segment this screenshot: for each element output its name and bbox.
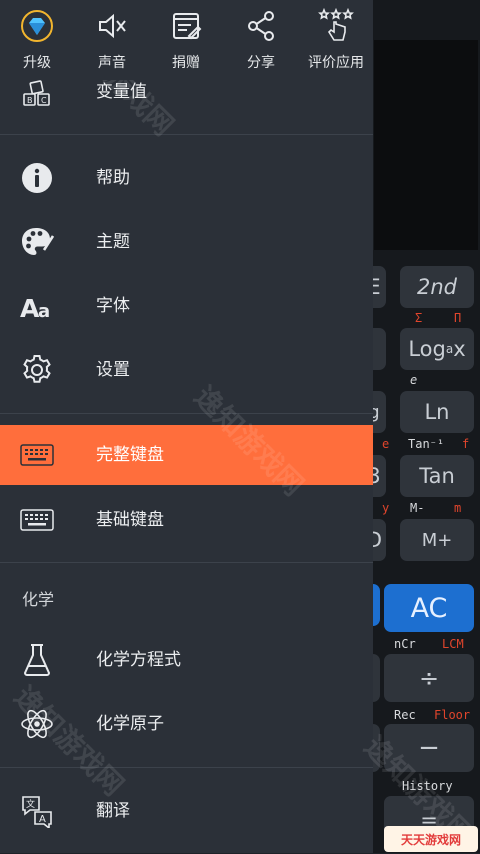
label-ncr: nCr: [394, 637, 416, 651]
menu-label-full-keyboard: 完整键盘: [96, 445, 164, 465]
translate-icon: 文 A: [18, 793, 56, 829]
palette-icon: [18, 224, 56, 260]
menu-item-help[interactable]: 帮助: [0, 148, 373, 208]
sound-label: 声音: [98, 55, 126, 71]
divider-1: [0, 134, 373, 135]
menu-item-translate[interactable]: 文 A 翻译: [0, 781, 373, 841]
info-icon: [18, 160, 56, 196]
site-logo-badge: 天天游戏网: [384, 826, 478, 852]
menu-label-chemical-equation: 化学方程式: [96, 650, 181, 670]
key-ln[interactable]: Ln: [400, 391, 474, 433]
share-icon: [243, 8, 279, 44]
label-sigma: Σ: [415, 311, 423, 325]
menu-label-basic-keyboard: 基础键盘: [96, 510, 164, 530]
key-m-plus[interactable]: M+: [400, 519, 474, 561]
key-loga-x[interactable]: Log a x: [400, 328, 474, 370]
menu-item-basic-keyboard[interactable]: 基础键盘: [0, 490, 373, 550]
menu-item-font[interactable]: A a 字体: [0, 276, 373, 336]
key-tan[interactable]: Tan: [400, 455, 474, 497]
key-ac[interactable]: AC: [384, 584, 474, 632]
gear-icon: [18, 352, 56, 388]
label-pi: Π: [454, 311, 462, 325]
keyboard-icon: [18, 437, 56, 473]
key-divide[interactable]: ÷: [384, 654, 474, 702]
rate-app-label: 评价应用: [308, 55, 364, 71]
label-f: f: [462, 437, 470, 451]
key-2nd[interactable]: 2nd: [400, 266, 474, 308]
diamond-icon: [19, 8, 55, 44]
label-e-square: e: [410, 373, 418, 387]
menu-label-settings: 设置: [96, 360, 130, 380]
rate-app-button[interactable]: 评价应用: [302, 0, 370, 80]
sound-button[interactable]: 声音: [86, 0, 138, 80]
menu-label-chemical-atom: 化学原子: [96, 714, 164, 734]
calculator-display: [374, 40, 478, 250]
menu-label-font: 字体: [96, 296, 130, 316]
svg-text:C: C: [41, 96, 47, 105]
label-floor: Floor: [434, 708, 471, 722]
label-lcm: LCM: [442, 637, 464, 651]
share-button[interactable]: 分享: [236, 0, 286, 80]
divider-2: [0, 413, 373, 414]
svg-text:B: B: [27, 96, 33, 105]
share-label: 分享: [247, 55, 275, 71]
label-e: e: [382, 437, 390, 451]
menu-item-chemical-equation[interactable]: 化学方程式: [0, 630, 373, 690]
badge-text: 天天游戏网: [400, 832, 461, 847]
label-y: y: [382, 501, 390, 515]
keyboard-icon: [18, 502, 56, 538]
svg-text:A: A: [39, 814, 46, 825]
menu-item-theme[interactable]: 主题: [0, 212, 373, 272]
label-m-minus: M-: [410, 501, 425, 515]
menu-item-settings[interactable]: 设置: [0, 340, 373, 400]
label-rec: Rec: [394, 708, 416, 722]
section-header-chemistry: 化学: [22, 590, 55, 609]
divider-4: [0, 767, 373, 768]
svg-text:文: 文: [26, 798, 35, 810]
label-m: m: [454, 501, 462, 515]
font-aa-icon: A a: [18, 288, 56, 324]
rate-stars-hand-icon: [318, 8, 354, 44]
svg-text:A: A: [20, 294, 40, 321]
calculator-background: E 2nd Σ Π Log a x e g Ln e Tan⁻¹ f 3 Tan y…: [362, 0, 480, 853]
upgrade-button[interactable]: 升级: [12, 0, 62, 80]
donate-edit-icon: [168, 8, 204, 44]
drawer-top-actions: 升级 声音 捐赠 分享 评价应用: [0, 0, 373, 80]
divider-3: [0, 562, 373, 563]
donate-label: 捐赠: [172, 55, 200, 71]
svg-text:a: a: [38, 301, 50, 321]
label-tan-inverse: Tan⁻¹: [408, 437, 445, 451]
menu-item-full-keyboard[interactable]: 完整键盘: [0, 425, 373, 485]
flask-icon: [18, 642, 56, 678]
speaker-muted-icon: [94, 8, 130, 44]
donate-button[interactable]: 捐赠: [160, 0, 212, 80]
menu-label-theme: 主题: [96, 232, 130, 252]
menu-label-help: 帮助: [96, 168, 130, 188]
upgrade-label: 升级: [23, 55, 51, 71]
